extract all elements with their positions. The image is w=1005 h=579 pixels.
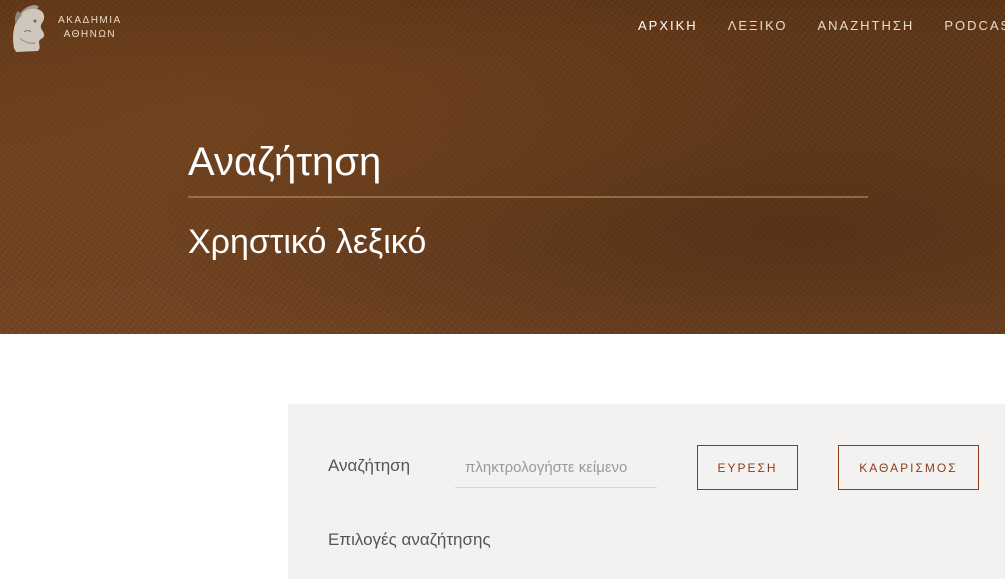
search-options-toggle[interactable]: Επιλογές αναζήτησης [328, 530, 491, 550]
site-logo[interactable]: ΑΚΑΔΗΜΙΑ ΑΘΗΝΩΝ [4, 2, 122, 54]
nav-item-dictionary[interactable]: ΛΕΞΙΚΟ [728, 18, 788, 34]
nav-item-home[interactable]: ΑΡΧΙΚΗ [638, 18, 698, 34]
logo-text: ΑΚΑΔΗΜΙΑ ΑΘΗΝΩΝ [58, 14, 122, 42]
find-button[interactable]: ΕΥΡΕΣΗ [697, 445, 798, 490]
search-input[interactable] [455, 448, 657, 488]
search-label: Αναζήτηση [328, 456, 411, 475]
main-navigation: ΑΡΧΙΚΗ ΛΕΞΙΚΟ ΑΝΑΖΗΤΗΣΗ PODCAST [638, 18, 1005, 34]
page-title: Αναζήτηση [188, 140, 382, 184]
title-divider [188, 196, 868, 198]
logo-line-1: ΑΚΑΔΗΜΙΑ [58, 15, 122, 26]
logo-line-2: ΑΘΗΝΩΝ [63, 29, 117, 40]
search-panel: Αναζήτηση ΕΥΡΕΣΗ ΚΑΘΑΡΙΣΜΟΣ Επιλογές ανα… [288, 404, 1005, 579]
clear-button[interactable]: ΚΑΘΑΡΙΣΜΟΣ [838, 445, 979, 490]
athena-head-icon [13, 5, 45, 53]
page-subtitle: Χρηστικό λεξικό [188, 223, 427, 261]
nav-item-podcast[interactable]: PODCAST [944, 18, 1005, 34]
hero-banner: ΑΚΑΔΗΜΙΑ ΑΘΗΝΩΝ ΑΡΧΙΚΗ ΛΕΞΙΚΟ ΑΝΑΖΗΤΗΣΗ … [0, 0, 1005, 334]
nav-item-search[interactable]: ΑΝΑΖΗΤΗΣΗ [818, 18, 915, 34]
main-content: Αναζήτηση ΕΥΡΕΣΗ ΚΑΘΑΡΙΣΜΟΣ Επιλογές ανα… [0, 334, 1005, 579]
